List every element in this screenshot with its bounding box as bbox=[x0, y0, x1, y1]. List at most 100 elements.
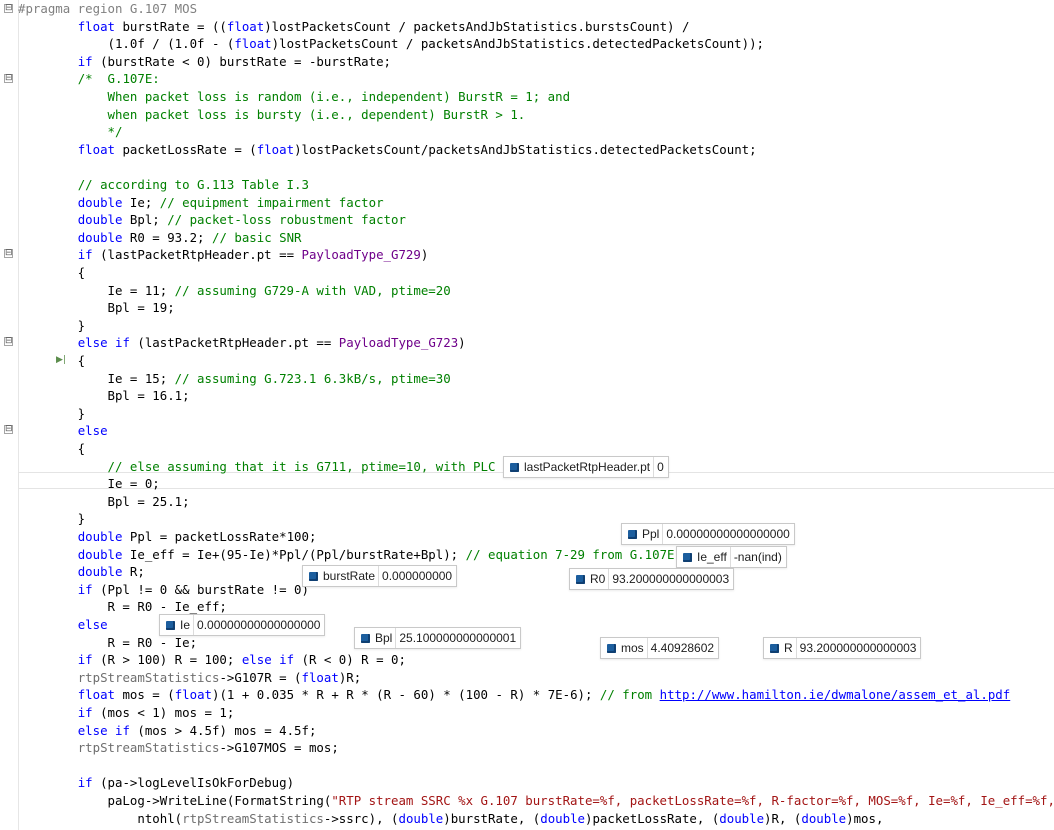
datatip-Ie[interactable]: Ie 0.00000000000000000 bbox=[159, 614, 326, 636]
datatip-R0[interactable]: R0 93.200000000000003 bbox=[569, 568, 735, 590]
datatip-value[interactable]: -nan(ind) bbox=[731, 550, 786, 564]
code-token: (R > 100) R = 100; bbox=[92, 652, 242, 668]
datatip-value[interactable]: 93.200000000000003 bbox=[797, 641, 921, 655]
code-line[interactable]: // else assuming that it is G711, ptime=… bbox=[18, 458, 496, 476]
code-token: if bbox=[77, 53, 93, 69]
code-token: PayloadType_G729 bbox=[301, 247, 421, 263]
code-editor[interactable]: ⊟ ⊟ ⊟ ⊟ ⊟ ▶| #pragma region G.107 MOS fl… bbox=[0, 0, 1054, 830]
datatip-value[interactable]: 4.40928602 bbox=[648, 641, 718, 655]
code-token: ntohl( bbox=[18, 810, 183, 826]
code-token: { bbox=[18, 353, 86, 368]
code-line[interactable]: paLog->WriteLine(FormatString("RTP strea… bbox=[18, 792, 1054, 810]
code-line[interactable]: if (lastPacketRtpHeader.pt == PayloadTyp… bbox=[18, 246, 429, 264]
code-line[interactable]: when packet loss is bursty (i.e., depend… bbox=[18, 106, 526, 124]
code-token: packetLossRate = ( bbox=[115, 141, 257, 157]
code-line[interactable]: Bpl = 19; bbox=[18, 299, 175, 317]
code-line[interactable]: double Ppl = packetLossRate*100; bbox=[18, 528, 317, 546]
code-link[interactable]: http://www.hamilton.ie/dwmalone/assem_et… bbox=[660, 687, 1011, 702]
code-line[interactable]: When packet loss is random (i.e., indepe… bbox=[18, 88, 571, 106]
fold-collapse-icon[interactable]: ⊟ bbox=[4, 74, 13, 83]
code-line[interactable]: double Ie_eff = Ie+(95-Ie)*Ppl/(Ppl/burs… bbox=[18, 546, 675, 564]
code-line[interactable]: else bbox=[18, 616, 108, 634]
code-line[interactable]: float burstRate = ((float)lostPacketsCou… bbox=[18, 18, 690, 36]
code-line[interactable]: ntohl(rtpStreamStatistics->ssrc), (doubl… bbox=[18, 810, 883, 828]
code-line[interactable]: rtpStreamStatistics->G107MOS = mos; bbox=[18, 739, 339, 757]
code-token: double bbox=[77, 546, 123, 562]
code-line[interactable]: /* G.107E: bbox=[18, 70, 160, 88]
code-line[interactable]: Ie = 0; bbox=[18, 475, 160, 493]
code-line[interactable]: { bbox=[18, 440, 85, 458]
datatip-Ppl[interactable]: Ppl 0.00000000000000000 bbox=[621, 523, 795, 545]
code-line[interactable]: float mos = (float)(1 + 0.035 * R + R * … bbox=[18, 686, 1011, 704]
code-line[interactable]: Ie = 15; // assuming G.723.1 6.3kB/s, pt… bbox=[18, 370, 451, 388]
code-line[interactable]: { bbox=[18, 264, 85, 282]
code-token: ) bbox=[458, 335, 466, 351]
datatip-Ie_eff[interactable]: Ie_eff -nan(ind) bbox=[676, 546, 787, 568]
datatip-value[interactable]: 0.00000000000000000 bbox=[663, 527, 793, 541]
code-token: ->G107R = ( bbox=[219, 669, 302, 685]
code-line[interactable]: if (burstRate < 0) burstRate = -burstRat… bbox=[18, 53, 391, 71]
code-line[interactable]: if (pa->logLevelIsOkForDebug) bbox=[18, 774, 294, 792]
code-line[interactable]: Ie = 11; // assuming G729-A with VAD, pt… bbox=[18, 282, 451, 300]
code-line[interactable]: R = R0 - Ie; bbox=[18, 634, 198, 652]
code-line[interactable]: double Bpl; // packet-loss robustment fa… bbox=[18, 211, 406, 229]
code-token: )lostPacketsCount/packetsAndJbStatistics… bbox=[294, 141, 757, 157]
code-token: { bbox=[18, 265, 86, 280]
fold-collapse-icon[interactable]: ⊟ bbox=[4, 337, 13, 346]
code-line[interactable]: if (Ppl != 0 && burstRate != 0) bbox=[18, 581, 309, 599]
code-line[interactable]: else if (lastPacketRtpHeader.pt == Paylo… bbox=[18, 334, 466, 352]
datatip-value[interactable]: 0.000000000 bbox=[379, 569, 456, 583]
code-token: // packet-loss robustment factor bbox=[167, 212, 406, 228]
code-line[interactable]: if (mos < 1) mos = 1; bbox=[18, 704, 235, 722]
code-token: (R < 0) R = 0; bbox=[294, 652, 406, 668]
code-line[interactable]: } bbox=[18, 405, 85, 423]
code-token: /* G.107E: bbox=[77, 71, 160, 87]
datatip-R[interactable]: R 93.200000000000003 bbox=[763, 637, 922, 659]
code-line[interactable]: #pragma region G.107 MOS bbox=[18, 0, 197, 18]
datatip-name: R bbox=[784, 641, 793, 655]
code-line[interactable]: (1.0f / (1.0f - (float)lostPacketsCount … bbox=[18, 35, 765, 53]
code-token: */ bbox=[18, 124, 123, 140]
datatip-value[interactable]: 0 bbox=[654, 460, 668, 474]
code-line[interactable]: } bbox=[18, 317, 85, 335]
datatip-lastPacketRtpHeader-pt[interactable]: lastPacketRtpHeader.pt 0 bbox=[503, 456, 669, 478]
code-line[interactable]: double R; bbox=[18, 563, 145, 581]
fold-collapse-icon[interactable]: ⊟ bbox=[4, 4, 13, 13]
code-line[interactable]: else bbox=[18, 422, 108, 440]
code-token: else bbox=[241, 652, 272, 668]
datatip-Bpl[interactable]: Bpl 25.100000000000001 bbox=[354, 627, 522, 649]
datatip-value[interactable]: 0.00000000000000000 bbox=[194, 618, 324, 632]
code-token: )R, ( bbox=[764, 810, 802, 826]
code-token: (Ppl != 0 && burstRate != 0) bbox=[92, 581, 309, 597]
fold-collapse-icon[interactable]: ⊟ bbox=[4, 249, 13, 258]
datatip-value[interactable]: 25.100000000000001 bbox=[396, 631, 520, 645]
code-token: double bbox=[540, 810, 585, 826]
code-line[interactable]: float packetLossRate = (float)lostPacket… bbox=[18, 141, 757, 159]
code-line[interactable]: // according to G.113 Table I.3 bbox=[18, 176, 309, 194]
code-line[interactable]: rtpStreamStatistics->G107R = (float)R; bbox=[18, 669, 362, 687]
code-line[interactable]: } bbox=[18, 510, 85, 528]
datatip-mos[interactable]: mos 4.40928602 bbox=[600, 637, 720, 659]
datatip-value[interactable]: 93.200000000000003 bbox=[609, 572, 733, 586]
code-line[interactable]: Bpl = 25.1; bbox=[18, 493, 190, 511]
code-line[interactable]: Bpl = 16.1; bbox=[18, 387, 190, 405]
code-token: )mos, bbox=[846, 810, 884, 826]
code-line[interactable]: { bbox=[18, 352, 85, 370]
datatip-name: Ie_eff bbox=[697, 550, 727, 564]
code-line[interactable]: if (R > 100) R = 100; else if (R < 0) R … bbox=[18, 651, 406, 669]
datatip-burstRate[interactable]: burstRate 0.000000000 bbox=[302, 565, 458, 587]
code-token: Ie = 11; bbox=[18, 282, 175, 298]
fold-collapse-icon[interactable]: ⊟ bbox=[4, 425, 13, 434]
code-line[interactable]: double Ie; // equipment impairment facto… bbox=[18, 194, 384, 212]
code-line[interactable]: */ bbox=[18, 123, 123, 141]
code-line[interactable]: else if (mos > 4.5f) mos = 4.5f; bbox=[18, 722, 317, 740]
code-token: Ppl = packetLossRate*100; bbox=[122, 529, 317, 544]
code-line[interactable]: double R0 = 93.2; // basic SNR bbox=[18, 229, 302, 247]
code-token: #pragma region G.107 MOS bbox=[18, 1, 198, 16]
